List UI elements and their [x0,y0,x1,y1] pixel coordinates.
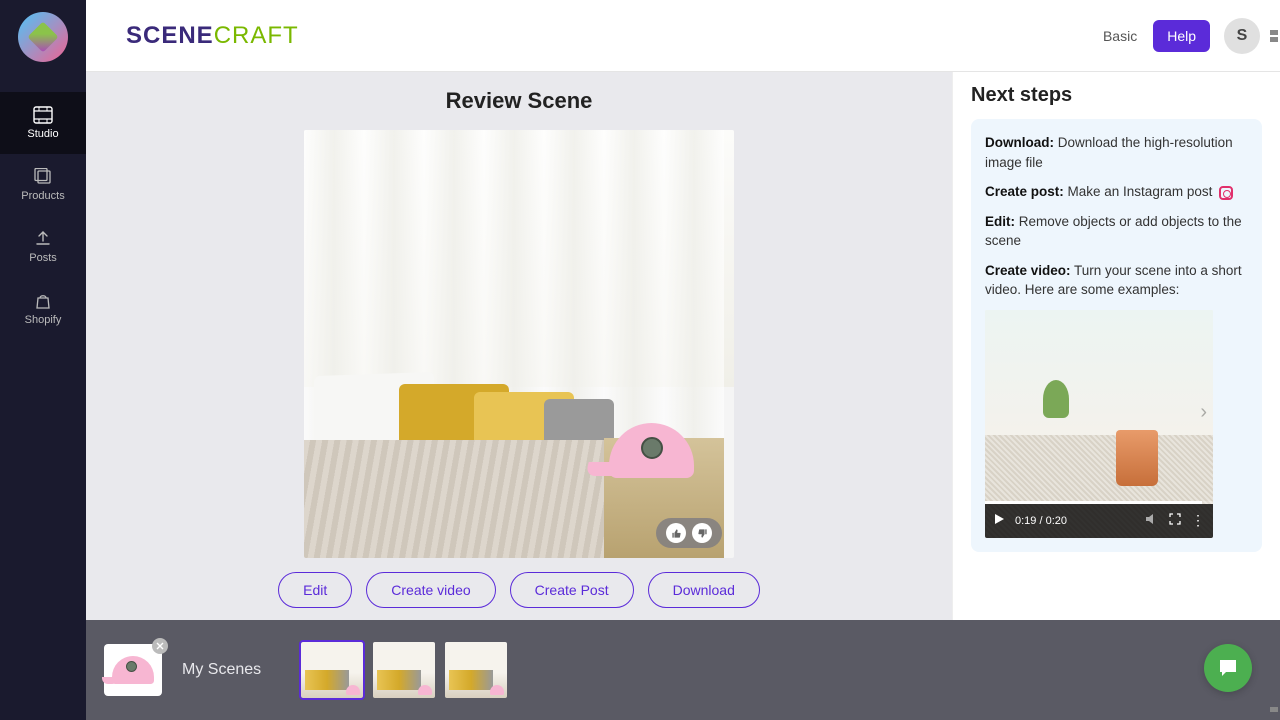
video-next-icon[interactable]: › [1200,401,1207,424]
video-time: 0:19 / 0:20 [1015,515,1067,527]
instagram-icon [1219,186,1233,200]
action-row: Edit Create video Create Post Download [278,572,760,608]
nav-studio[interactable]: Studio [0,92,86,154]
volume-icon [1145,513,1159,525]
step-create-post: Create post: Make an Instagram post [985,182,1248,202]
bag-icon [34,292,52,310]
video-menu-button[interactable]: ⋮ [1191,512,1205,529]
film-icon [33,106,53,124]
thumbs-up-icon [671,528,682,539]
scene-thumb-3[interactable] [445,642,507,698]
page-title: Review Scene [446,88,593,114]
nav-label: Shopify [25,314,62,326]
nav-label: Posts [29,252,57,264]
fullscreen-button[interactable] [1169,513,1181,528]
nav-label: Studio [27,128,58,140]
close-icon [156,642,164,650]
chat-icon [1216,656,1240,680]
header: SCENECRAFT Basic Help S [0,0,1280,72]
nav-products[interactable]: Products [0,154,86,216]
download-button[interactable]: Download [648,572,760,608]
play-icon [993,513,1005,525]
nav-label: Products [21,190,64,202]
step-create-video: Create video: Turn your scene into a sho… [985,261,1248,300]
app-logo-icon [18,12,68,62]
video-controls: 0:19 / 0:20 ⋮ [985,504,1213,538]
plan-label[interactable]: Basic [1103,28,1137,44]
help-button[interactable]: Help [1153,20,1210,52]
rating-pill [656,518,722,548]
create-video-button[interactable]: Create video [366,572,495,608]
product-thumbnail[interactable] [104,644,162,696]
avatar[interactable]: S [1224,18,1260,54]
chat-button[interactable] [1204,644,1252,692]
scene-preview [304,130,734,558]
steps-card: Download: Download the high-resolution i… [971,119,1262,552]
content: Review Scene Edit Create video [86,72,1280,620]
edit-button[interactable]: Edit [278,572,352,608]
scene-thumb-2[interactable] [373,642,435,698]
right-panel-title: Next steps [971,84,1262,107]
play-button[interactable] [993,513,1005,528]
step-edit: Edit: Remove objects or add objects to t… [985,212,1248,251]
thumbs-up-button[interactable] [666,523,686,543]
remove-product-button[interactable] [152,638,168,654]
example-video[interactable]: › 0:19 / 0:20 ⋮ [985,310,1213,538]
scrollbar-up-icon[interactable] [1270,30,1278,42]
nav-shopify[interactable]: Shopify [0,278,86,340]
thumbs-down-button[interactable] [692,523,712,543]
scrollbar-down-icon[interactable] [1270,706,1278,712]
center-panel: Review Scene Edit Create video [86,72,952,620]
wordmark: SCENECRAFT [126,22,299,50]
fullscreen-icon [1169,513,1181,525]
volume-button[interactable] [1145,513,1159,528]
upload-icon [34,230,52,248]
scene-thumb-1[interactable] [301,642,363,698]
left-nav: Studio Products Posts Shopify [0,0,86,720]
right-panel: Next steps Download: Download the high-r… [952,72,1280,620]
bottom-bar: My Scenes [86,620,1280,720]
nav-posts[interactable]: Posts [0,216,86,278]
copy-icon [33,168,53,186]
thumbs-down-icon [697,528,708,539]
step-download: Download: Download the high-resolution i… [985,133,1248,172]
create-post-button[interactable]: Create Post [510,572,634,608]
scenes-label: My Scenes [182,661,261,679]
